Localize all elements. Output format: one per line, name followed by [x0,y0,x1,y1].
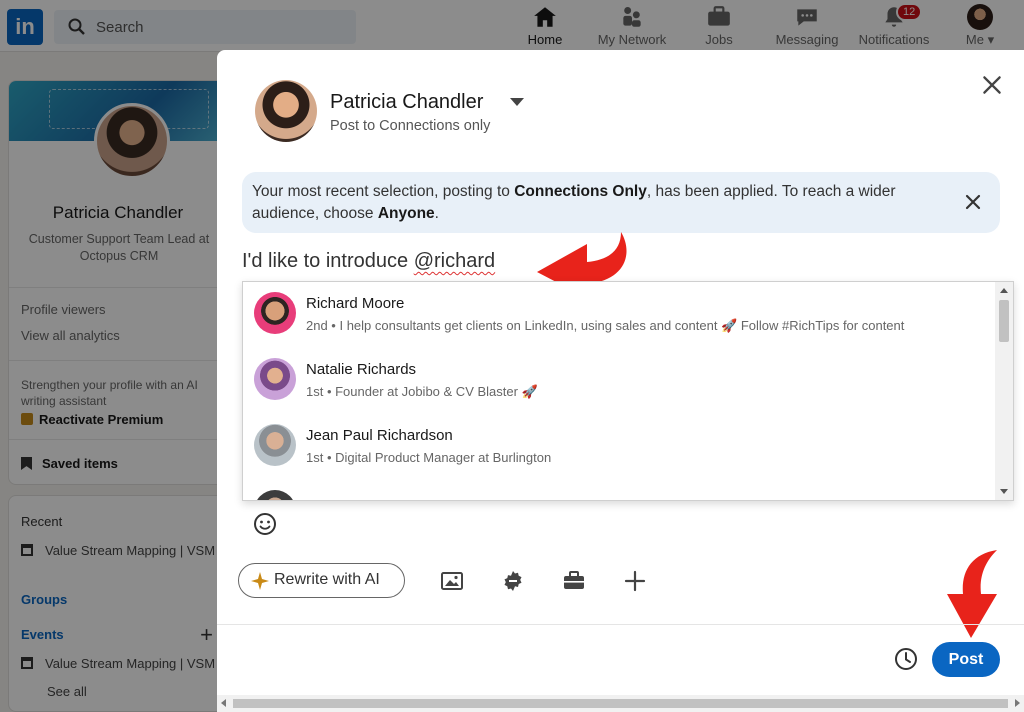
rewrite-with-ai-label: Rewrite with AI [274,571,380,588]
dismiss-notice-icon[interactable] [964,193,982,211]
horizontal-scroll-thumb[interactable] [233,699,1008,708]
author-avatar [255,80,317,142]
suggestion-name: Richard Moore [306,295,405,312]
celebrate-icon[interactable] [501,569,525,593]
scroll-up-icon[interactable] [1000,288,1008,293]
scroll-thumb[interactable] [999,300,1009,342]
suggestion-item[interactable]: Natalie Richards 1st • Founder at Jobibo… [243,348,995,414]
suggestion-avatar [254,292,296,334]
emoji-icon[interactable] [253,512,277,536]
suggestion-name: Natalie Richards [306,361,417,378]
close-modal-icon[interactable] [979,72,1005,98]
suggestion-subtitle: 1st • Founder at Jobibo & CV Blaster 🚀 [306,384,538,399]
add-media-icon[interactable] [440,569,464,593]
create-post-modal: Patricia Chandler Post to Connections on… [217,50,1024,712]
scroll-left-icon[interactable] [221,699,226,707]
post-visibility[interactable]: Post to Connections only [330,118,490,134]
suggestion-avatar [254,358,296,400]
more-options-plus-icon[interactable] [623,569,647,593]
suggestion-subtitle: 1st • Digital Product Manager at Burling… [306,450,552,465]
scroll-right-icon[interactable] [1015,699,1020,707]
mention-text: @richard [413,250,496,272]
rewrite-with-ai-button[interactable]: Rewrite with AI [238,563,405,598]
audience-dropdown-caret-icon[interactable] [510,98,524,106]
mention-suggestions-dropdown: Richard Moore 2nd • I help consultants g… [242,281,1014,501]
suggestions-scrollbar[interactable] [995,282,1013,500]
suggestion-item-partial[interactable] [243,480,995,500]
horizontal-scrollbar[interactable] [217,695,1024,712]
audience-notice-text: Your most recent selection, posting to C… [252,183,896,222]
audience-notice: Your most recent selection, posting to C… [242,172,1000,233]
annotation-arrow-icon [947,550,997,638]
suggestion-item[interactable]: Richard Moore 2nd • I help consultants g… [243,282,995,348]
suggestion-item[interactable]: Jean Paul Richardson 1st • Digital Produ… [243,414,995,480]
suggestion-subtitle: 2nd • I help consultants get clients on … [306,318,905,333]
scroll-down-icon[interactable] [1000,489,1008,494]
schedule-clock-icon[interactable] [894,647,918,671]
post-composer[interactable]: I'd like to introduce @richard [242,250,495,273]
modal-footer-divider [217,624,1024,625]
suggestion-name: Jean Paul Richardson [306,427,453,444]
job-post-icon[interactable] [562,569,586,593]
suggestion-avatar [254,424,296,466]
sparkle-icon [251,572,269,590]
suggestion-avatar [254,490,296,500]
author-name[interactable]: Patricia Chandler [330,91,483,114]
post-button[interactable]: Post [932,642,1000,677]
